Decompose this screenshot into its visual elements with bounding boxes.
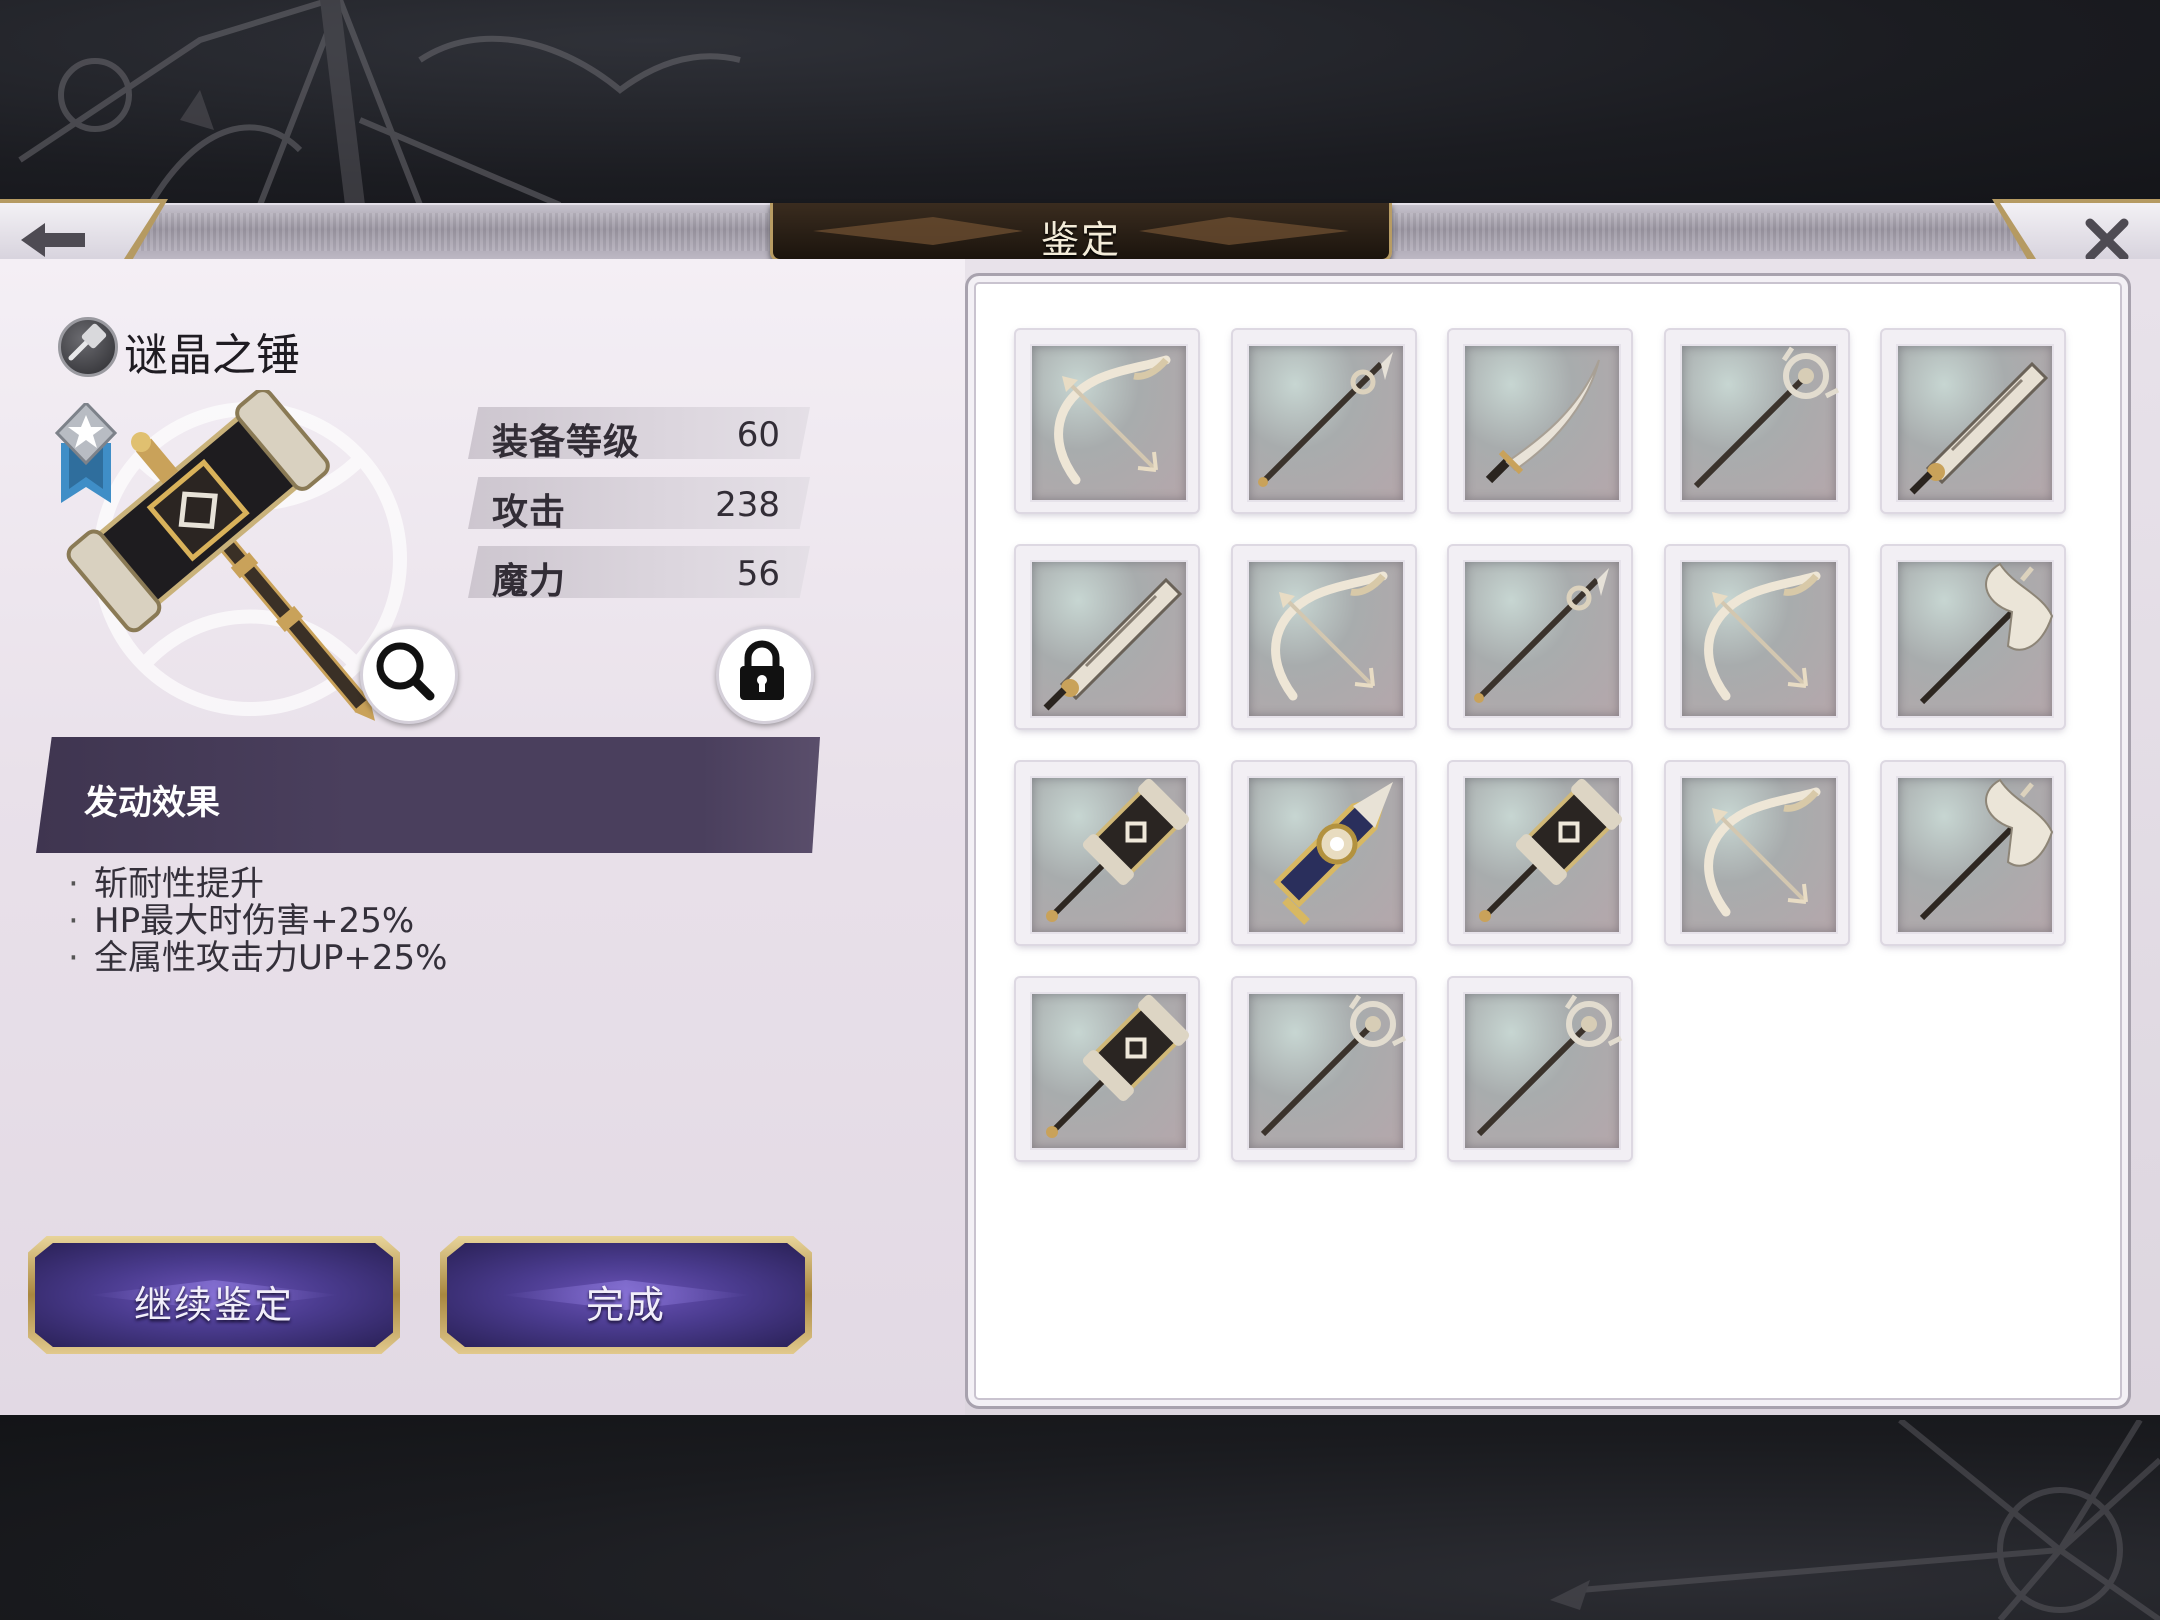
done-button[interactable]: 完成 [440,1236,812,1354]
stat-value: 60 [736,415,780,455]
effect-title: 发动效果 [84,783,220,823]
bow-icon [1054,355,1171,485]
inspect-button[interactable] [360,626,458,724]
weapon-slot[interactable] [1449,978,1631,1160]
lock-button[interactable] [716,626,814,724]
weapon-slot[interactable] [1449,330,1631,512]
stat-value: 56 [736,554,780,594]
weapon-slot[interactable] [1233,762,1415,944]
weapon-slot[interactable] [1449,762,1631,944]
hammer-icon [1479,778,1623,922]
bow-icon [1271,571,1388,701]
staff-icon [1476,994,1623,1137]
hammer-icon [1046,778,1190,922]
stat-label: 攻击 [492,492,567,533]
staff-icon [1693,346,1840,489]
stat-value: 238 [715,485,780,525]
weapon-slot[interactable] [1882,762,2064,944]
page-title: 鉴定 [1040,218,1121,262]
title-plate: 鉴定 [770,203,1392,262]
stat-label: 装备等级 [492,422,641,463]
effect-list: · 斩耐性提升 · HP最大时伤害+25% · 全属性攻击力UP+25% [68,866,447,977]
ornament-top-left [18,0,741,205]
item-name: 谜晶之锤 [124,330,300,381]
greatsword-icon [1043,577,1183,711]
spear-icon [1258,352,1393,487]
weapon-slot[interactable] [1666,546,1848,728]
weapon-slot[interactable] [1016,978,1198,1160]
knuckle-icon [1273,782,1393,925]
search-icon [376,642,435,701]
greatsword-icon [1909,361,2049,495]
weapon-slot[interactable] [1016,762,1198,944]
effect-line: · 全属性攻击力UP+25% [68,938,448,978]
ornament-bottom-right [1550,1420,2160,1620]
stat-row-attack: 攻击 238 [468,477,810,529]
sword-icon [1485,359,1600,484]
bow-icon [1704,787,1821,917]
continue-appraisal-label: 继续鉴定 [133,1283,294,1327]
stat-row-magic: 魔力 56 [468,546,810,598]
axe-icon [1919,778,2054,921]
continue-appraisal-button[interactable]: 继续鉴定 [28,1236,400,1354]
staff-icon [1260,994,1407,1137]
close-icon [2085,218,2129,262]
done-label: 完成 [585,1283,666,1327]
lock-icon [740,640,784,700]
weapon-slot[interactable] [1233,330,1415,512]
axe-icon [1919,562,2054,705]
weapon-slot[interactable] [1016,330,1198,512]
weapon-slot[interactable] [1233,978,1415,1160]
weapon-slot[interactable] [1882,330,2064,512]
effect-header: 发动效果 [36,737,820,853]
hammer-icon [1046,994,1190,1138]
effect-line: · HP最大时伤害+25% [68,901,415,941]
stat-label: 魔力 [492,561,567,602]
stat-row-level: 装备等级 60 [468,407,810,459]
weapon-slot[interactable] [1882,546,2064,728]
hammer-icon [58,317,118,377]
bow-icon [1704,571,1821,701]
spear-icon [1474,568,1609,703]
effect-line: · 斩耐性提升 [68,864,264,904]
weapon-slot[interactable] [1449,546,1631,728]
arrow-left-icon [21,223,85,257]
weapon-slot[interactable] [1666,762,1848,944]
weapon-slot[interactable] [1233,546,1415,728]
weapon-slot[interactable] [1666,330,1848,512]
weapon-slot[interactable] [1016,546,1198,728]
